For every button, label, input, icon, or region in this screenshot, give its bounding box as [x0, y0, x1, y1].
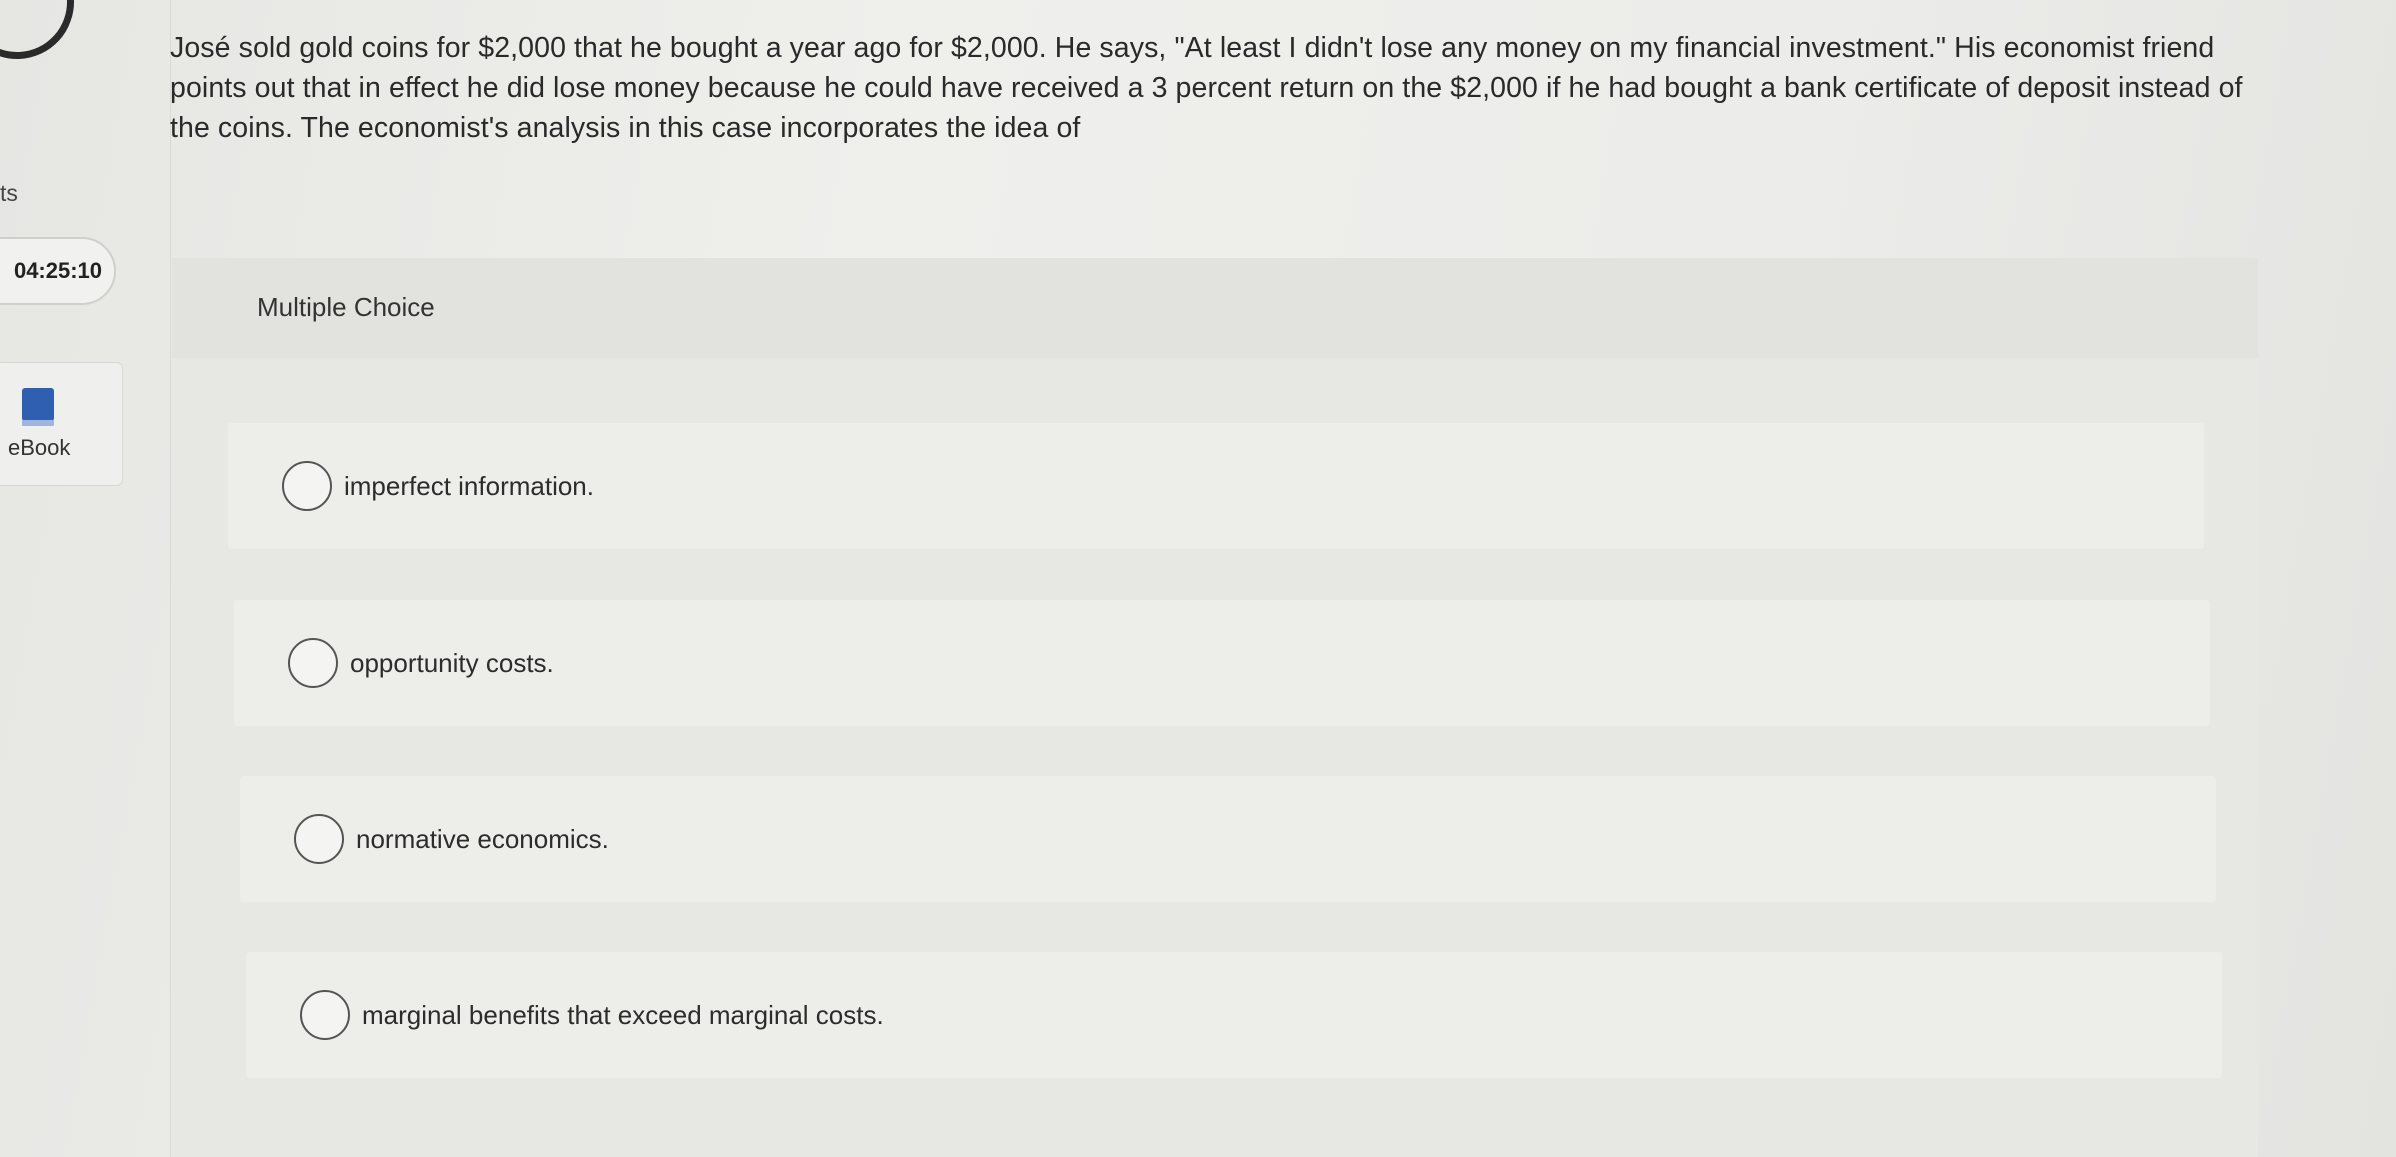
answer-option[interactable]: normative economics. [240, 776, 2216, 902]
left-rail: ts 04:25:10 eBook [0, 0, 171, 1157]
radio-unselected-icon[interactable] [294, 814, 344, 864]
multiple-choice-header: Multiple Choice [172, 258, 2258, 358]
points-label: ts [0, 180, 18, 206]
answer-option-label: opportunity costs. [350, 648, 554, 678]
multiple-choice-panel: Multiple Choice imperfect information. o… [172, 258, 2258, 1157]
ebook-label: eBook [8, 435, 71, 460]
progress-arc-icon [0, 0, 91, 76]
answer-option[interactable]: imperfect information. [228, 423, 2204, 549]
question-text: José sold gold coins for $2,000 that he … [170, 32, 2243, 144]
answer-option-label: marginal benefits that exceed marginal c… [362, 1000, 884, 1030]
timer[interactable]: 04:25:10 [0, 237, 116, 305]
answer-option-label: imperfect information. [344, 471, 594, 501]
answer-option[interactable]: marginal benefits that exceed marginal c… [246, 952, 2222, 1078]
answer-option-label: normative economics. [356, 824, 609, 854]
radio-unselected-icon[interactable] [288, 638, 338, 688]
page: ts 04:25:10 eBook José sold gold coins f… [0, 0, 2396, 1157]
radio-unselected-icon[interactable] [300, 990, 350, 1040]
answer-option[interactable]: opportunity costs. [234, 600, 2210, 726]
multiple-choice-title: Multiple Choice [257, 292, 435, 322]
ebook-button[interactable]: eBook [0, 362, 123, 486]
radio-unselected-icon[interactable] [282, 461, 332, 511]
book-icon [22, 388, 54, 426]
